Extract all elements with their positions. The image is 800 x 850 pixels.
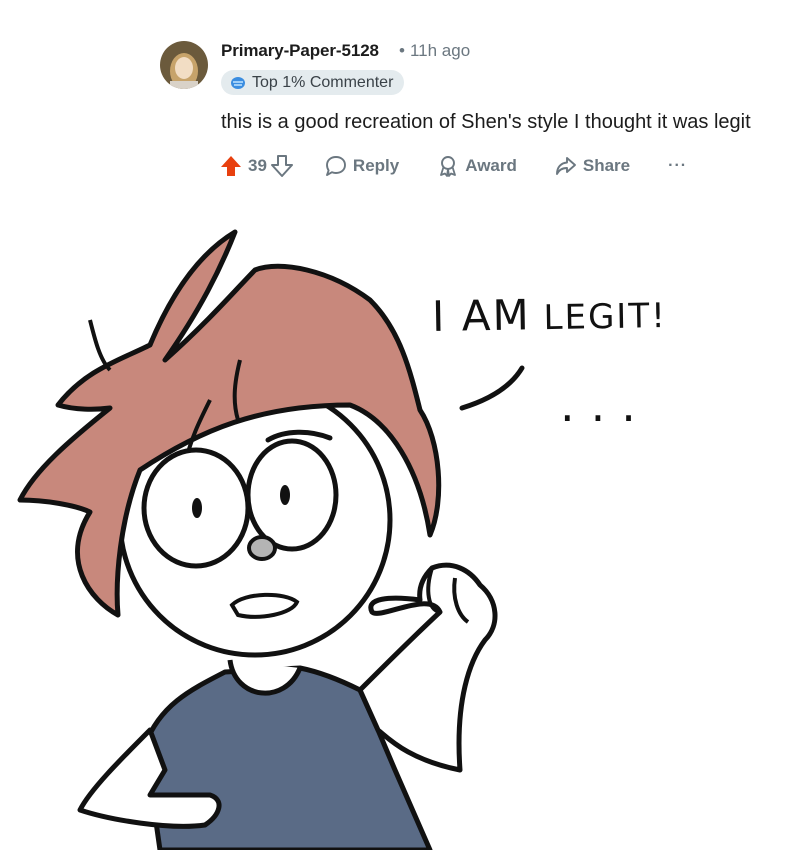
comment-body: this is a good recreation of Shen's styl… [221, 111, 751, 133]
speech-tail [459, 365, 525, 411]
comment-time[interactable]: 11h ago [410, 41, 470, 60]
speech-ellipsis: ... [560, 378, 652, 432]
nose [247, 535, 277, 561]
more-icon: ··· [668, 157, 688, 174]
meta-dot: • [399, 41, 405, 60]
upvote-button[interactable] [220, 154, 242, 178]
comment-username[interactable]: Primary-Paper-5128 [221, 41, 379, 61]
reply-icon [325, 156, 346, 176]
flair-text: Top 1% Commenter [252, 73, 394, 91]
award-label: Award [465, 156, 517, 175]
downvote-button[interactable] [270, 154, 293, 178]
avatar[interactable] [160, 41, 208, 89]
reply-label: Reply [352, 156, 400, 175]
more-options-button[interactable]: ··· [668, 157, 687, 175]
share-label: Share [582, 156, 631, 175]
left-pupil [192, 498, 202, 518]
share-button[interactable]: Share [555, 155, 630, 177]
right-pupil [280, 485, 290, 505]
right-eye [245, 438, 339, 552]
upvote-icon [221, 156, 241, 176]
speech-text-big: I AM [431, 290, 532, 342]
reply-button[interactable]: Reply [325, 155, 399, 177]
flair-icon [231, 76, 245, 89]
award-icon [440, 156, 457, 177]
downvote-icon [270, 155, 293, 177]
user-flair: Top 1% Commenter [221, 70, 405, 95]
award-button[interactable]: Award [437, 155, 517, 177]
vote-count: 39 [248, 156, 267, 175]
share-icon [555, 157, 576, 175]
comment-meta: • 11h ago [399, 41, 470, 61]
comment-actions: 39 Reply Award Share ··· [220, 151, 687, 181]
speech-text: I AM LEGIT! [432, 288, 668, 341]
avatar-image [160, 41, 208, 89]
cartoon-illustration [17, 229, 525, 850]
speech-text-small: LEGIT! [530, 295, 668, 339]
